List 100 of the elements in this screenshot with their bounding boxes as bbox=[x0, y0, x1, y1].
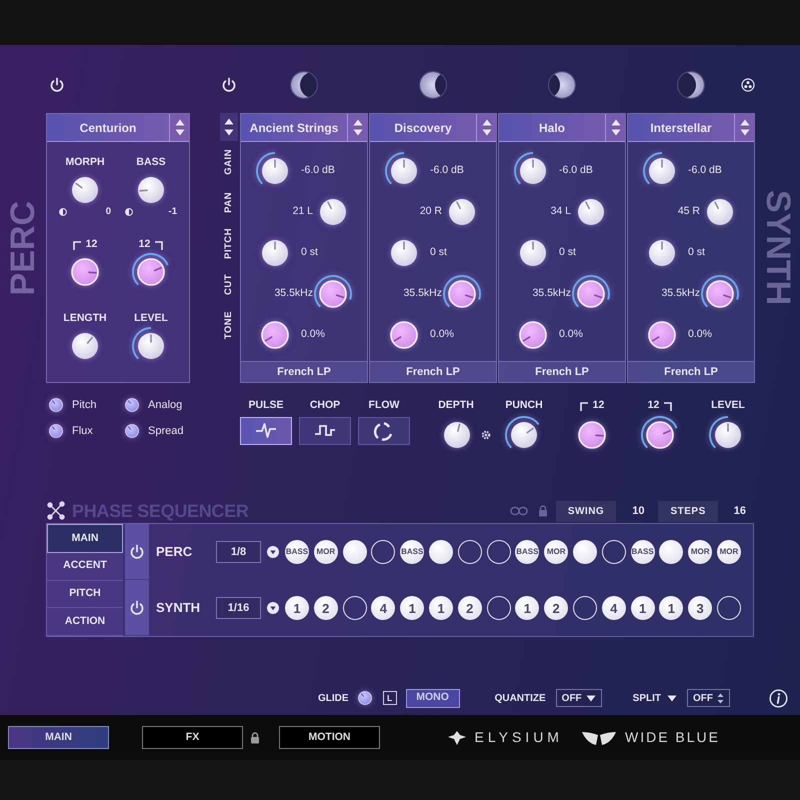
power-icon[interactable] bbox=[129, 600, 145, 616]
option-label: Pitch bbox=[72, 398, 96, 413]
link-icon[interactable] bbox=[510, 505, 528, 517]
step-button[interactable]: 1 bbox=[400, 596, 424, 620]
down-arrow-icon[interactable] bbox=[610, 129, 620, 136]
step-button[interactable]: 1 bbox=[285, 596, 309, 620]
row-label: TONE bbox=[222, 311, 235, 340]
up-arrow-icon[interactable] bbox=[482, 118, 492, 126]
step-button[interactable] bbox=[572, 540, 597, 564]
up-arrow-icon[interactable] bbox=[610, 118, 620, 126]
gear-icon[interactable] bbox=[480, 429, 492, 441]
knob[interactable] bbox=[122, 421, 142, 441]
filter-selector[interactable]: French LP bbox=[499, 361, 625, 382]
step-button[interactable] bbox=[716, 596, 741, 620]
mode-button[interactable] bbox=[358, 417, 410, 445]
step-button[interactable]: BASS bbox=[400, 540, 424, 564]
step-button[interactable]: MOR bbox=[544, 540, 568, 564]
steps-value[interactable]: 16 bbox=[734, 502, 746, 520]
knob[interactable] bbox=[46, 421, 66, 441]
up-arrow-icon[interactable] bbox=[174, 118, 184, 126]
mode-button[interactable] bbox=[240, 417, 292, 445]
step-button[interactable]: BASS bbox=[285, 540, 309, 564]
step-button[interactable]: 1 bbox=[428, 596, 453, 620]
layer-stepper[interactable] bbox=[220, 113, 238, 141]
step-button[interactable]: 1 bbox=[659, 596, 684, 620]
section-title: PERC bbox=[6, 200, 40, 296]
step-button[interactable]: MOR bbox=[688, 540, 712, 564]
step-button[interactable] bbox=[486, 540, 511, 564]
swing-value[interactable]: 10 bbox=[632, 502, 644, 520]
down-arrow-icon[interactable] bbox=[352, 129, 362, 136]
split-stepper[interactable]: OFF bbox=[687, 689, 730, 707]
moon-icon[interactable] bbox=[289, 70, 319, 100]
sequencer-tab[interactable]: PITCH bbox=[47, 580, 123, 608]
down-arrow-icon[interactable] bbox=[482, 129, 492, 136]
filter-selector[interactable]: French LP bbox=[370, 361, 496, 382]
nav-tab[interactable]: MAIN bbox=[8, 726, 109, 749]
up-arrow-icon[interactable] bbox=[740, 118, 750, 126]
step-button[interactable]: 1 bbox=[630, 596, 655, 620]
swing-label: SWING bbox=[556, 500, 616, 522]
down-arrow-icon[interactable] bbox=[224, 129, 234, 136]
step-button[interactable] bbox=[602, 540, 626, 564]
mode-button[interactable] bbox=[299, 417, 351, 445]
nav-tab[interactable]: FX bbox=[142, 726, 243, 749]
power-icon[interactable] bbox=[129, 544, 145, 560]
knob[interactable] bbox=[46, 395, 66, 415]
power-icon[interactable] bbox=[221, 77, 237, 93]
step-button[interactable] bbox=[458, 540, 482, 564]
step-button[interactable]: BASS bbox=[630, 540, 655, 564]
step-button[interactable]: 2 bbox=[314, 596, 338, 620]
half-circle-icon bbox=[59, 208, 67, 216]
step-button[interactable]: 4 bbox=[371, 596, 396, 620]
caret-icon[interactable] bbox=[267, 546, 279, 558]
step-button[interactable]: MOR bbox=[314, 540, 338, 564]
step-button[interactable] bbox=[572, 596, 597, 620]
knob[interactable] bbox=[122, 395, 142, 415]
down-arrow-icon[interactable] bbox=[740, 129, 750, 136]
option-label: Analog bbox=[148, 398, 182, 413]
knob-value: 0 st bbox=[301, 244, 318, 260]
caret-icon[interactable] bbox=[267, 602, 279, 614]
filter-selector[interactable]: French LP bbox=[628, 361, 754, 382]
sequencer-tab[interactable]: MAIN bbox=[47, 524, 123, 553]
legato-toggle[interactable]: L bbox=[382, 691, 397, 705]
down-arrow-icon[interactable] bbox=[174, 129, 184, 136]
up-arrow-icon[interactable] bbox=[224, 118, 234, 125]
caret-icon[interactable] bbox=[667, 694, 678, 702]
mono-button[interactable]: MONO bbox=[406, 688, 460, 708]
step-button[interactable]: MOR bbox=[716, 540, 741, 564]
step-button[interactable] bbox=[342, 596, 367, 620]
sequencer-tab[interactable]: ACTION bbox=[47, 608, 123, 636]
up-arrow-icon[interactable] bbox=[352, 118, 362, 126]
sequencer-tab[interactable]: ACCENT bbox=[47, 552, 123, 580]
step-button[interactable]: 2 bbox=[544, 596, 568, 620]
step-button[interactable] bbox=[342, 540, 367, 564]
moon-icon[interactable] bbox=[676, 70, 706, 100]
nodes-icon[interactable] bbox=[741, 78, 755, 92]
row-label: GAIN bbox=[222, 148, 235, 174]
step-button[interactable] bbox=[659, 540, 684, 564]
step-button[interactable]: BASS bbox=[515, 540, 540, 564]
caret-icon[interactable] bbox=[586, 694, 596, 702]
step-button[interactable]: 1 bbox=[515, 596, 540, 620]
quantize-label: QUANTIZE bbox=[494, 692, 546, 706]
lock-icon[interactable] bbox=[250, 732, 260, 744]
rate-selector[interactable]: 1/16 bbox=[216, 597, 261, 619]
rate-selector[interactable]: 1/8 bbox=[216, 541, 261, 563]
power-icon[interactable] bbox=[49, 76, 65, 93]
knob-value: 20 R bbox=[418, 204, 442, 219]
row-label: CUT bbox=[222, 274, 235, 296]
knob-label: DEPTH bbox=[438, 398, 474, 414]
moon-icon[interactable] bbox=[547, 70, 577, 100]
step-button[interactable]: 4 bbox=[602, 596, 626, 620]
info-icon[interactable] bbox=[769, 688, 788, 708]
step-button[interactable] bbox=[486, 596, 511, 620]
moon-icon[interactable] bbox=[418, 70, 448, 100]
quantize-dropdown[interactable]: OFF bbox=[556, 689, 602, 707]
step-button[interactable] bbox=[371, 540, 396, 564]
step-button[interactable] bbox=[428, 540, 453, 564]
filter-selector[interactable]: French LP bbox=[241, 361, 367, 382]
step-button[interactable]: 2 bbox=[458, 596, 482, 620]
nav-tab[interactable]: MOTION bbox=[279, 726, 380, 749]
step-button[interactable]: 3 bbox=[688, 596, 712, 620]
